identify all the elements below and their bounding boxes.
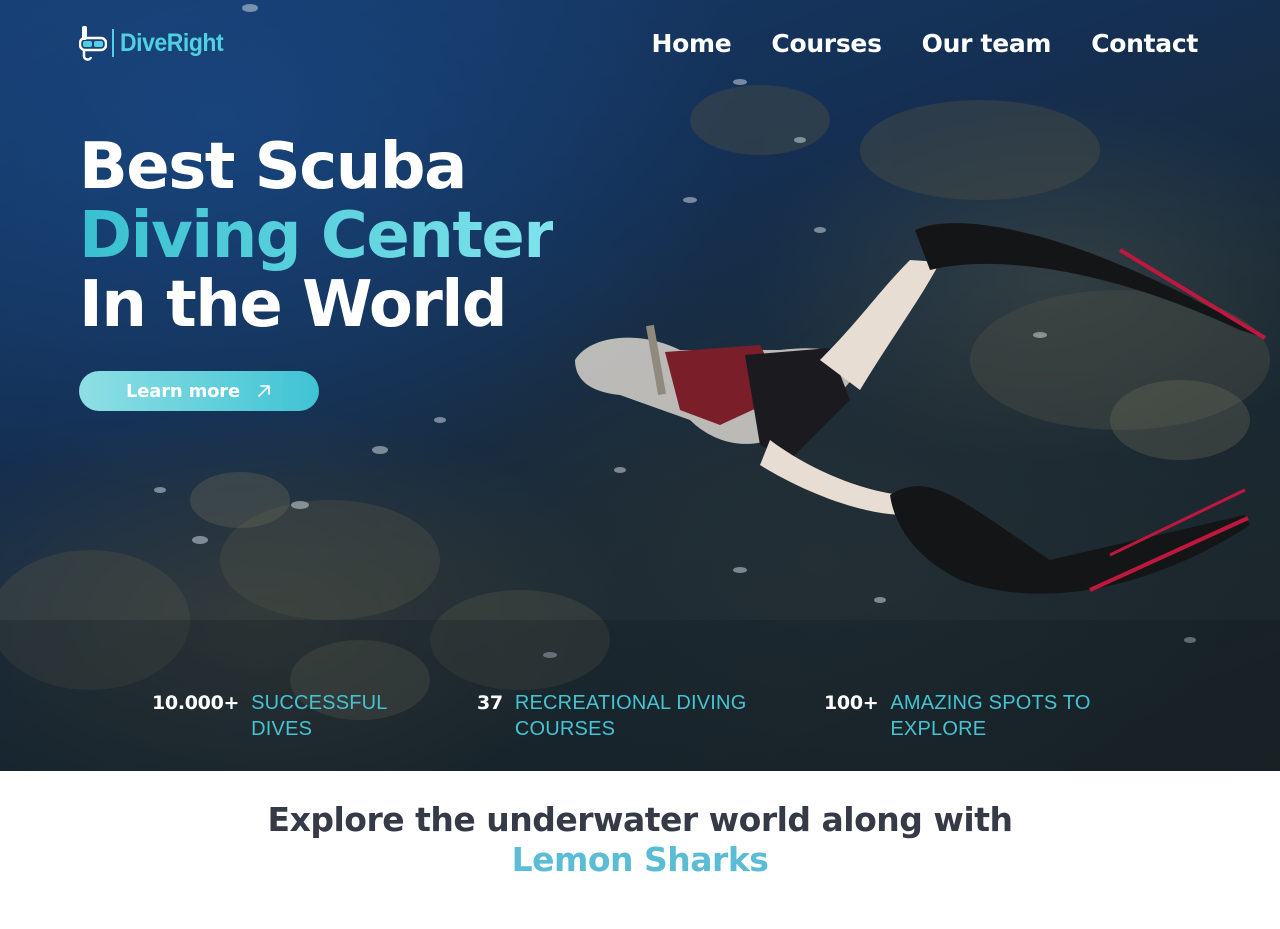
stat-label: RECREATIONAL DIVING COURSES bbox=[514, 692, 747, 740]
brand-logo[interactable]: DiveRight bbox=[79, 24, 232, 62]
explore-section-title: Explore the underwater world along with … bbox=[0, 800, 1280, 880]
nav-link-courses[interactable]: Courses bbox=[771, 26, 882, 62]
arrow-up-right-icon bbox=[258, 385, 270, 397]
main-nav: Home Courses Our team Contact bbox=[651, 26, 1198, 62]
headline-line-3: In the World bbox=[79, 268, 508, 342]
headline-line-2: Diving Center bbox=[79, 199, 555, 273]
hero-headline: Best Scuba Diving Center In the World bbox=[79, 130, 555, 342]
brand-name: DiveRight bbox=[120, 28, 224, 57]
nav-link-contact[interactable]: Contact bbox=[1091, 26, 1198, 62]
learn-more-button[interactable]: Learn more bbox=[79, 371, 319, 411]
logo-divider bbox=[112, 29, 114, 57]
headline-line-1: Best Scuba bbox=[79, 130, 467, 204]
stat-label: SUCCESSFUL DIVES bbox=[251, 692, 387, 740]
learn-more-label: Learn more bbox=[126, 380, 240, 402]
stat-successful-dives: 10.000+ SUCCESSFUL DIVES bbox=[152, 690, 451, 742]
explore-title-line-1: Explore the underwater world along with bbox=[267, 800, 1013, 839]
nav-link-our-team[interactable]: Our team bbox=[922, 26, 1052, 62]
nav-link-home[interactable]: Home bbox=[651, 26, 731, 62]
hero-section: DiveRight Home Courses Our team Contact … bbox=[0, 0, 1280, 771]
explore-title-accent: Lemon Sharks bbox=[511, 840, 769, 879]
stat-value: 100+ bbox=[824, 692, 879, 714]
stat-value: 37 bbox=[477, 692, 503, 714]
stat-value: 10.000+ bbox=[152, 692, 240, 714]
stat-recreational-courses: 37 RECREATIONAL DIVING COURSES bbox=[477, 690, 765, 742]
stat-amazing-spots: 100+ AMAZING SPOTS TO EXPLORE bbox=[824, 690, 1105, 742]
snorkel-mask-icon bbox=[79, 26, 107, 61]
stat-label: AMAZING SPOTS TO EXPLORE bbox=[890, 692, 1091, 740]
